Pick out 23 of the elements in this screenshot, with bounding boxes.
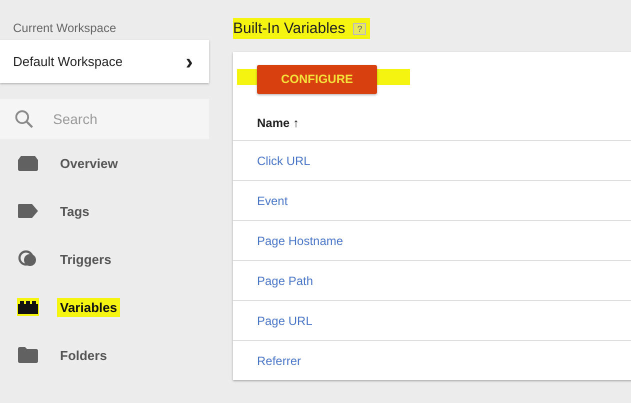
nav-link[interactable]: Tags <box>57 202 92 220</box>
variable-link[interactable]: Referrer <box>257 354 302 368</box>
variable-link[interactable]: Page Path <box>257 274 314 288</box>
title-text: Built-In Variables <box>233 20 346 37</box>
workspace-label: Current Workspace <box>12 21 118 37</box>
search-field[interactable]: Search <box>0 99 209 139</box>
variable-link[interactable]: Event <box>257 194 288 208</box>
variable-link[interactable]: Page URL <box>257 314 312 328</box>
trigger-icon <box>17 249 39 269</box>
workspace-selector[interactable]: Default Workspace › <box>0 40 209 83</box>
help-badge[interactable]: ? <box>353 22 366 34</box>
variable-link[interactable]: Click URL <box>257 154 310 168</box>
folder-icon <box>17 347 39 363</box>
nav-link[interactable]: Variables <box>57 298 120 316</box>
nav-link[interactable]: Folders <box>57 346 110 364</box>
nav-link[interactable]: Triggers <box>57 250 114 268</box>
configure-button[interactable]: CONFIGURE <box>257 64 377 94</box>
nav-link[interactable]: Overview <box>57 154 121 172</box>
column-header[interactable]: Name ↑ <box>257 116 300 130</box>
variable-link[interactable]: Page Hostname <box>257 234 344 248</box>
inbox-icon <box>17 155 39 171</box>
tag-icon <box>17 204 39 218</box>
brick-icon <box>17 298 39 316</box>
